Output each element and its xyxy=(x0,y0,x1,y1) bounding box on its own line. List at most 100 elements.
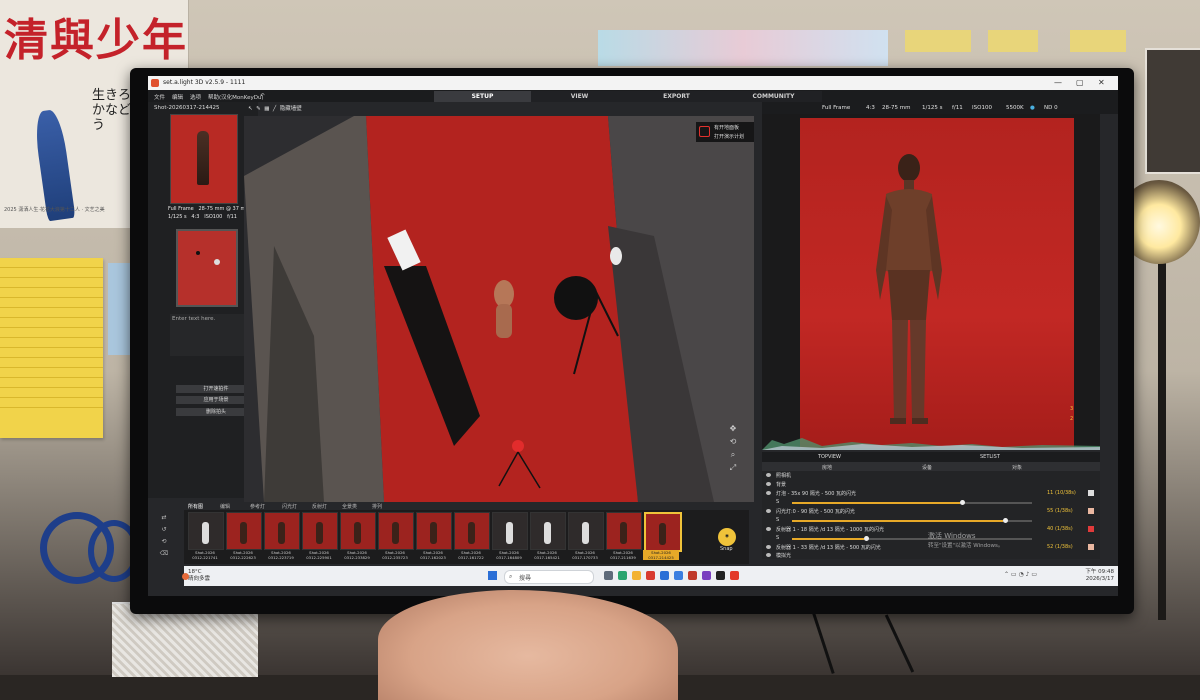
color-swatch[interactable] xyxy=(1088,526,1094,532)
windows-start-icon[interactable] xyxy=(488,571,497,580)
3d-viewport[interactable]: 有开地面板 打开演示计划 ✥ ⟲ ⌕ ⤢ xyxy=(244,116,754,502)
power-slider[interactable] xyxy=(792,518,1032,523)
taskbar-search[interactable]: ⌕ 搜尋 xyxy=(504,570,594,584)
eye-icon[interactable] xyxy=(766,553,771,557)
grid-tool-icon[interactable]: ▦ xyxy=(264,106,269,112)
app-icon[interactable] xyxy=(646,571,655,580)
menu-help[interactable]: 帮助(汉化MonKeyDu) xyxy=(208,93,264,101)
film-thumbnail[interactable] xyxy=(340,512,376,550)
subtab-equipment[interactable]: 设备 xyxy=(922,464,932,471)
subtab-objects[interactable]: 对象 xyxy=(1012,464,1022,471)
film-tab[interactable]: 编辑 xyxy=(220,503,230,510)
edge-icon[interactable] xyxy=(618,571,627,580)
film-thumbnail[interactable] xyxy=(568,512,604,550)
list-item[interactable]: 背景 xyxy=(762,480,1100,489)
film-thumbnail[interactable] xyxy=(302,512,338,550)
aperture-select[interactable]: f/11 xyxy=(952,105,963,111)
list-item[interactable]: 模拟光 xyxy=(762,551,1100,560)
weather-widget[interactable]: 18°C 晴向多雲 xyxy=(182,569,210,583)
app-icon[interactable] xyxy=(716,571,725,580)
system-tray-icons[interactable]: ⌃ ▭ ◔ ♪ ▭ xyxy=(1004,571,1037,578)
ratio-select[interactable]: 4:3 xyxy=(866,105,875,111)
close-button[interactable]: ✕ xyxy=(1098,78,1105,87)
list-item[interactable]: 照相机 xyxy=(762,471,1100,480)
app-icon[interactable] xyxy=(702,571,711,580)
select-tool-icon[interactable]: ↖ xyxy=(248,106,253,112)
refresh-icon[interactable]: ↺ xyxy=(154,524,174,536)
lens-select[interactable]: 28-75 mm xyxy=(882,105,910,111)
tab-topview[interactable]: TOPVIEW xyxy=(818,454,841,460)
eye-icon[interactable] xyxy=(766,491,771,495)
color-swatch[interactable] xyxy=(1088,490,1094,496)
eye-icon[interactable] xyxy=(766,545,771,549)
eye-icon[interactable] xyxy=(766,527,771,531)
taskbar-clock[interactable]: 下午 09:48 2026/3/17 xyxy=(1064,569,1114,583)
maximize-button[interactable]: ▢ xyxy=(1076,78,1084,87)
delete-icon[interactable]: ⌫ xyxy=(154,548,174,560)
film-thumbnail[interactable] xyxy=(416,512,452,550)
reset-icon[interactable]: ⟲ xyxy=(154,536,174,548)
viewport-quick-menu[interactable]: 有开地面板 打开演示计划 xyxy=(696,122,754,142)
subtab-room[interactable]: 房地 xyxy=(822,464,832,471)
color-wheel-icon[interactable]: ● xyxy=(1030,105,1035,111)
list-item[interactable]: S xyxy=(762,498,1100,507)
tab-view[interactable]: VIEW xyxy=(531,91,628,102)
film-thumbnail[interactable] xyxy=(530,512,566,550)
pen-tool-icon[interactable]: ✎ xyxy=(256,106,261,112)
shutter-select[interactable]: 1/125 s xyxy=(922,105,942,111)
nd-select[interactable]: ND 0 xyxy=(1044,105,1058,111)
film-thumbnail[interactable] xyxy=(454,512,490,550)
render-preview[interactable] xyxy=(762,114,1100,450)
task-view-icon[interactable] xyxy=(604,571,613,580)
color-swatch[interactable] xyxy=(1088,544,1094,550)
iso-select[interactable]: ISO100 xyxy=(972,105,992,111)
film-thumbnail[interactable] xyxy=(188,512,224,550)
swap-icon[interactable]: ⇄ xyxy=(154,512,174,524)
grid-icon[interactable] xyxy=(699,126,710,137)
film-thumbnail[interactable] xyxy=(492,512,528,550)
film-tab[interactable]: 所有图 xyxy=(188,503,203,510)
film-thumbnail[interactable] xyxy=(378,512,414,550)
eye-icon[interactable] xyxy=(766,482,771,486)
film-tab[interactable]: 反射灯 xyxy=(312,503,327,510)
menu-file[interactable]: 文件 xyxy=(154,93,165,101)
tab-setup[interactable]: SETUP xyxy=(434,91,531,102)
app-icon[interactable] xyxy=(674,571,683,580)
film-thumbnail[interactable] xyxy=(226,512,262,550)
wb-select[interactable]: 5500K xyxy=(1006,105,1024,111)
menu-edit[interactable]: 编辑 xyxy=(172,93,183,101)
hide-walls-label[interactable]: 隐藏墙壁 xyxy=(280,106,302,112)
tab-community[interactable]: COMMUNITY xyxy=(725,91,822,102)
power-slider[interactable] xyxy=(792,500,1032,505)
fit-icon[interactable]: ⤢ xyxy=(726,461,740,474)
open-demo-plan[interactable]: 打开演示计划 xyxy=(714,133,744,140)
film-tab[interactable]: 参考灯 xyxy=(250,503,265,510)
move-icon[interactable]: ✥ xyxy=(726,422,740,435)
eye-icon[interactable] xyxy=(766,473,771,477)
list-item[interactable]: 灯泡 - 35x 90 隔光 - 500 瓦的闪光 11 (10/38s) xyxy=(762,489,1100,498)
list-item[interactable]: 闪光灯:0 - 90 隔光 - 500 瓦的闪光 55 (1/38s) xyxy=(762,507,1100,516)
tab-export[interactable]: EXPORT xyxy=(628,91,725,102)
menu-options[interactable]: 选项 xyxy=(190,93,201,101)
setalight-taskbar-icon[interactable] xyxy=(730,571,739,580)
list-item[interactable]: S xyxy=(762,516,1100,525)
sensor-select[interactable]: Full Frame xyxy=(822,105,850,111)
topview-thumbnail[interactable] xyxy=(176,229,238,307)
undo-icon[interactable]: ↶ xyxy=(260,93,265,99)
snap-button[interactable]: ◉ xyxy=(718,528,736,546)
film-thumbnail[interactable] xyxy=(606,512,642,550)
file-explorer-icon[interactable] xyxy=(632,571,641,580)
eye-icon[interactable] xyxy=(766,509,771,513)
shot-preview-thumbnail[interactable] xyxy=(170,114,238,204)
film-tab[interactable]: 闪光灯 xyxy=(282,503,297,510)
film-thumbnail[interactable] xyxy=(264,512,300,550)
notes-field[interactable]: Enter text here. xyxy=(170,314,254,356)
color-swatch[interactable] xyxy=(1088,508,1094,514)
rotate-icon[interactable]: ⟲ xyxy=(726,435,740,448)
app-icon[interactable] xyxy=(660,571,669,580)
line-tool-icon[interactable]: ╱ xyxy=(273,106,276,112)
open-floor-panel[interactable]: 有开地面板 xyxy=(714,124,739,131)
film-tab[interactable]: 排列 xyxy=(372,503,382,510)
film-tab[interactable]: 全景类 xyxy=(342,503,357,510)
zoom-icon[interactable]: ⌕ xyxy=(726,448,740,461)
